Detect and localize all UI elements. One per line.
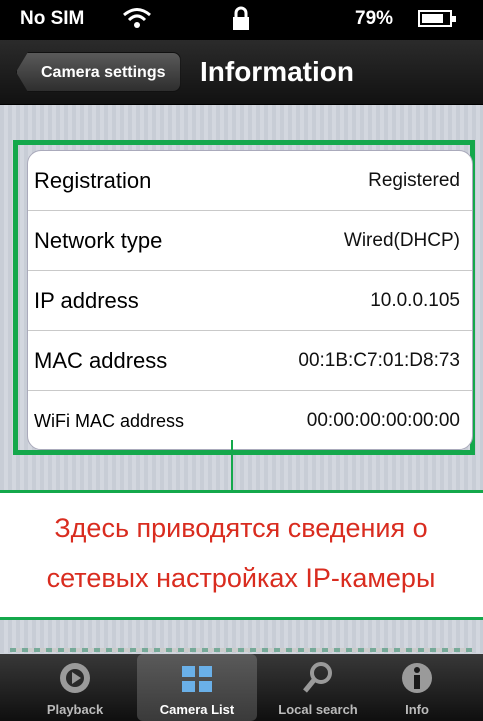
tab-label: Info xyxy=(405,702,429,717)
back-button[interactable]: Camera settings xyxy=(16,52,181,92)
row-value: 10.0.0.105 xyxy=(370,290,460,311)
row-label: MAC address xyxy=(34,348,168,373)
table-row: Registration Registered xyxy=(28,151,472,211)
tab-playback[interactable]: Playback xyxy=(15,654,135,721)
tab-label: Playback xyxy=(46,702,104,717)
tab-info[interactable]: Info xyxy=(357,654,477,721)
row-label: IP address xyxy=(34,288,139,313)
table-row: Network type Wired(DHCP) xyxy=(28,211,472,271)
navigation-bar: Camera settings Information xyxy=(0,40,483,105)
row-label: Registration xyxy=(34,168,152,193)
info-icon xyxy=(402,663,432,693)
page-title: Information xyxy=(200,56,354,87)
table-row: WiFi MAC address 00:00:00:00:00:00 xyxy=(28,391,472,449)
lock-icon xyxy=(233,6,249,30)
wifi-icon xyxy=(123,8,151,28)
row-label: WiFi MAC address xyxy=(34,411,185,431)
row-value: 00:1B:C7:01:D8:73 xyxy=(298,350,460,371)
info-table: Registration Registered Network type Wir… xyxy=(27,150,473,450)
row-value: 00:00:00:00:00:00 xyxy=(306,410,460,431)
decorative-strip xyxy=(10,648,473,652)
battery-icon xyxy=(418,10,456,27)
camera-list-icon xyxy=(182,666,212,692)
battery-percent: 79% xyxy=(355,8,394,29)
row-label: Network type xyxy=(34,228,163,253)
tab-camera-list[interactable]: Camera List xyxy=(137,654,257,721)
callout-connector xyxy=(231,440,233,492)
tab-bar: Playback Camera List Local search Info xyxy=(0,654,483,721)
search-icon xyxy=(303,662,332,693)
playback-icon xyxy=(60,663,90,693)
row-value: Wired(DHCP) xyxy=(343,230,460,251)
tab-label: Camera List xyxy=(159,702,235,717)
status-bar: No SIM 79% xyxy=(0,0,483,40)
carrier-label: No SIM xyxy=(20,8,85,29)
annotation-callout: Здесь приводятся сведения о сетевых наст… xyxy=(0,490,483,620)
table-row: MAC address 00:1B:C7:01:D8:73 xyxy=(28,331,472,391)
callout-line-2: сетевых настройках IP-камеры xyxy=(46,563,436,593)
table-row: IP address 10.0.0.105 xyxy=(28,271,472,331)
callout-line-1: Здесь приводятся сведения о xyxy=(54,513,428,543)
row-value: Registered xyxy=(368,170,460,191)
